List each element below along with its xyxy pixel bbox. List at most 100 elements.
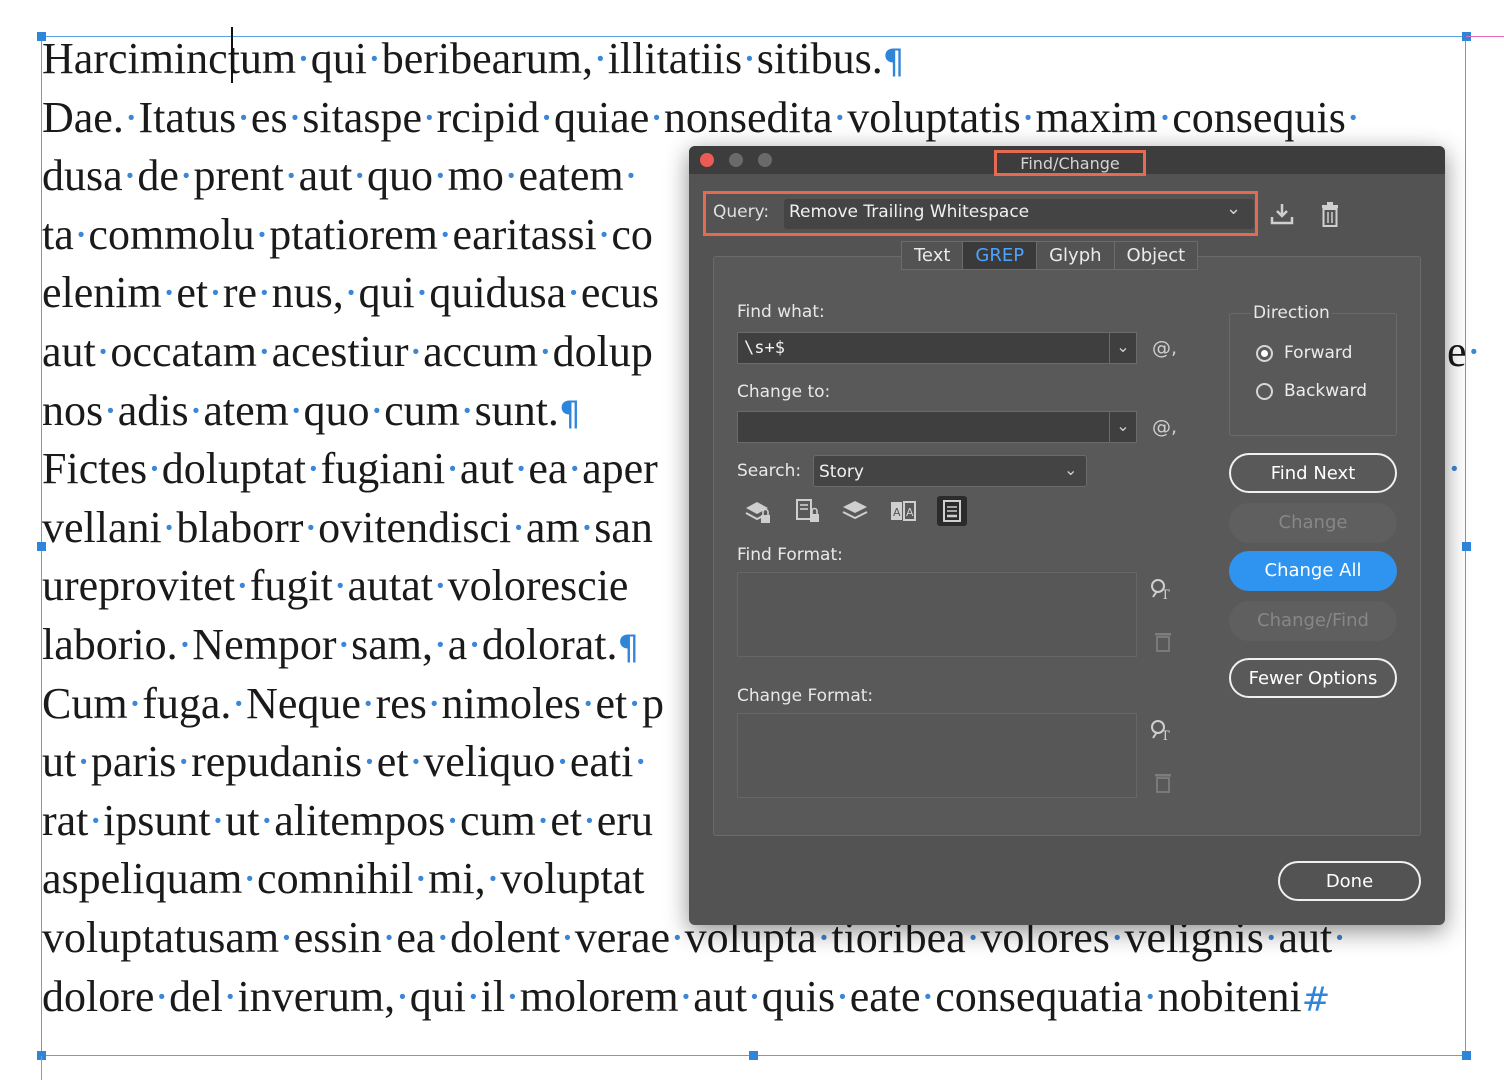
- backward-label[interactable]: Backward: [1284, 381, 1367, 401]
- space-marker: ·: [257, 268, 272, 318]
- space-marker: ·: [222, 971, 238, 1021]
- word: dolup: [552, 326, 653, 376]
- space-marker: ·: [433, 619, 448, 669]
- space-marker: ·: [513, 444, 529, 494]
- word: paris: [90, 737, 177, 787]
- include-master-pages-icon[interactable]: A A: [888, 496, 918, 526]
- word: mi,: [428, 854, 486, 904]
- word: qui: [310, 34, 368, 83]
- word: del: [169, 971, 223, 1021]
- space-marker: ·: [623, 151, 639, 201]
- include-locked-layers-icon[interactable]: [743, 496, 773, 526]
- word: eru: [596, 795, 653, 845]
- word: volorescie: [447, 561, 629, 611]
- include-locked-stories-icon[interactable]: [793, 496, 823, 526]
- space-marker: ·: [560, 912, 575, 962]
- space-marker: ·: [579, 502, 595, 552]
- forward-label[interactable]: Forward: [1284, 343, 1352, 363]
- specify-change-format-icon[interactable]: T: [1149, 718, 1173, 742]
- word: et: [176, 268, 209, 318]
- svg-text:A: A: [906, 506, 914, 519]
- change-all-button[interactable]: Change All: [1229, 551, 1397, 591]
- word: ecus: [580, 268, 660, 318]
- find-format-box[interactable]: [737, 572, 1137, 657]
- fewer-options-button[interactable]: Fewer Options: [1229, 658, 1397, 698]
- word: rcipid: [436, 92, 540, 142]
- special-characters-icon[interactable]: @,: [1152, 416, 1177, 438]
- space-marker: ·: [582, 795, 597, 845]
- change-format-box[interactable]: [737, 713, 1137, 798]
- change-to-history-dropdown[interactable]: ⌄: [1109, 411, 1137, 443]
- word: veliquo: [423, 737, 556, 787]
- word: sunt.: [474, 385, 559, 435]
- word: il: [480, 971, 506, 1021]
- word: qui: [409, 971, 467, 1021]
- include-footnotes-icon[interactable]: [937, 496, 967, 526]
- include-hidden-layers-icon[interactable]: [840, 496, 870, 526]
- word: Itatus: [138, 92, 237, 142]
- space-marker: ·: [336, 619, 352, 669]
- specify-find-format-icon[interactable]: T: [1149, 577, 1173, 601]
- close-icon[interactable]: [700, 153, 714, 167]
- tab-object[interactable]: Object: [1113, 241, 1199, 270]
- space-marker: ·: [414, 268, 430, 318]
- frame-handle[interactable]: [749, 1051, 758, 1060]
- backward-radio[interactable]: [1256, 383, 1273, 400]
- change-to-input[interactable]: [737, 411, 1111, 443]
- text-line: dolore·del·inverum,·qui·il·molorem·aut·q…: [42, 968, 1462, 1027]
- find-what-input[interactable]: [737, 332, 1111, 364]
- space-marker: ·: [408, 326, 424, 376]
- word: rat: [42, 795, 89, 845]
- special-characters-icon[interactable]: @,: [1152, 337, 1177, 359]
- space-marker: ·: [485, 854, 501, 904]
- word: nonsedita: [663, 92, 833, 142]
- find-next-button[interactable]: Find Next: [1229, 453, 1397, 493]
- space-marker: ·: [1157, 92, 1173, 142]
- space-marker: ·: [580, 678, 596, 728]
- space-marker: ·: [742, 34, 757, 83]
- margin-guide: [41, 1056, 42, 1080]
- word: ovitendisci: [318, 502, 512, 552]
- word: Neque: [246, 678, 361, 728]
- word: nos: [42, 385, 104, 435]
- space-marker: ·: [593, 34, 608, 83]
- word: aut: [693, 971, 748, 1021]
- space-marker: ·: [395, 971, 410, 1021]
- dialog-titlebar[interactable]: Find/Change: [689, 146, 1445, 176]
- chevron-down-icon[interactable]: ⌄: [1064, 460, 1077, 479]
- word: a: [447, 619, 468, 669]
- query-value: Remove Trailing Whitespace: [789, 202, 1030, 222]
- frame-handle[interactable]: [1462, 1051, 1471, 1060]
- find-what-history-dropdown[interactable]: ⌄: [1109, 332, 1137, 364]
- space-marker: ·: [567, 444, 583, 494]
- change-button[interactable]: Change: [1229, 503, 1397, 543]
- word: ta: [42, 209, 74, 259]
- space-marker: ·: [435, 912, 451, 962]
- space-marker: ·: [511, 502, 526, 552]
- space-marker: ·: [503, 151, 519, 201]
- word: sitaspe: [302, 92, 422, 142]
- word: et: [376, 737, 409, 787]
- forward-radio[interactable]: [1256, 345, 1273, 362]
- space-marker: ·: [426, 678, 442, 728]
- done-button[interactable]: Done: [1278, 861, 1421, 901]
- word: eatem: [518, 151, 624, 201]
- space-marker: ·: [235, 561, 250, 611]
- space-marker: ·: [176, 737, 192, 787]
- save-query-icon[interactable]: [1269, 201, 1295, 227]
- tab-glyph[interactable]: Glyph: [1036, 241, 1114, 270]
- word: ut: [225, 795, 260, 845]
- space-marker: ·: [1345, 92, 1361, 142]
- word: quidusa: [429, 268, 567, 318]
- frame-handle[interactable]: [1462, 542, 1471, 551]
- tab-text[interactable]: Text: [901, 241, 963, 270]
- tab-grep[interactable]: GREP: [962, 241, 1037, 270]
- word: Nempor: [192, 619, 337, 669]
- space-marker: ·: [596, 209, 612, 259]
- delete-query-icon[interactable]: [1320, 201, 1340, 227]
- word: quo: [366, 151, 433, 201]
- change-find-button[interactable]: Change/Find: [1229, 601, 1397, 641]
- word: quo: [303, 385, 370, 435]
- space-marker: ·: [432, 561, 448, 611]
- chevron-down-icon[interactable]: ⌄: [1226, 198, 1241, 219]
